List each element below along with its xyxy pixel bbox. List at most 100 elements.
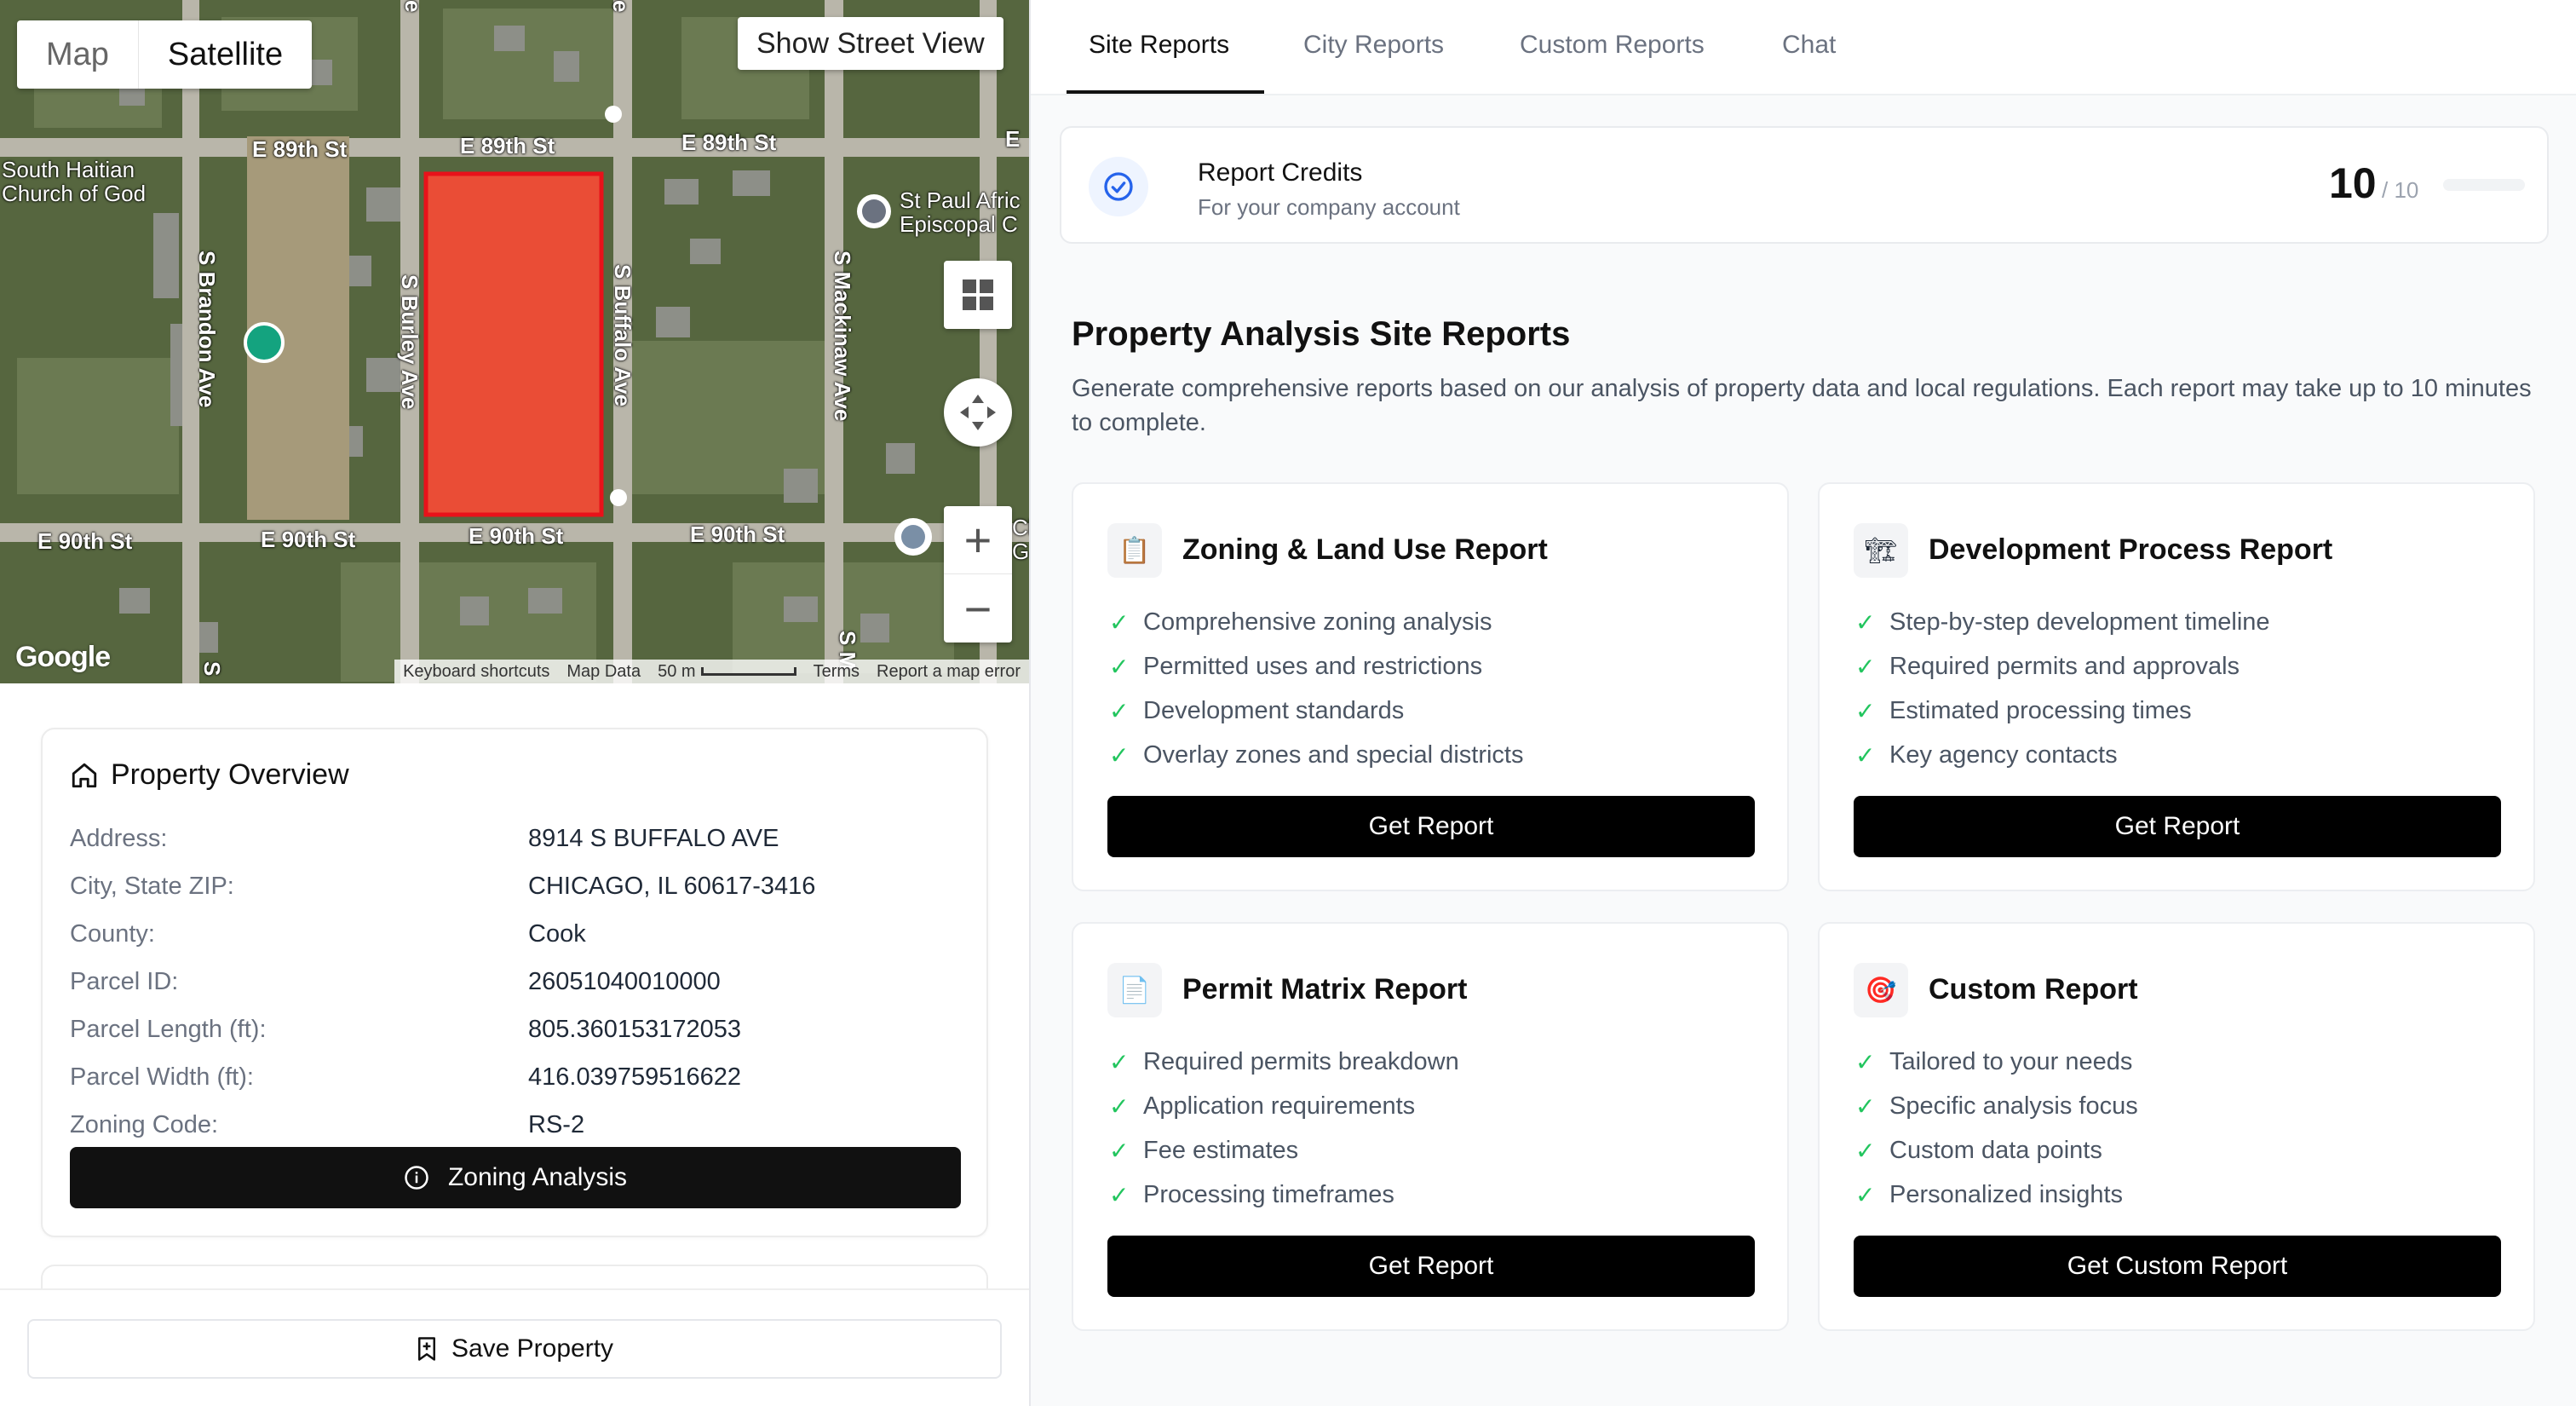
check-icon: ✓ xyxy=(1855,653,1876,680)
scale-bar xyxy=(700,667,796,677)
map-data-link[interactable]: Map Data xyxy=(558,662,649,682)
zoning-analysis-button[interactable]: Zoning Analysis xyxy=(70,1147,961,1208)
tab-site-reports[interactable]: Site Reports xyxy=(1089,31,1229,60)
save-bar: Save Property xyxy=(0,1288,1029,1406)
report-feature-list: ✓ Comprehensive zoning analysis ✓ Permitte… xyxy=(1109,600,1523,777)
list-item: ✓ Required permits and approvals xyxy=(1855,644,2270,689)
property-details: Address: 8914 S BUFFALO AVE City, State Z… xyxy=(70,815,964,1149)
street-label: E xyxy=(1005,126,1021,152)
property-overview-title: Property Overview xyxy=(111,758,349,791)
scale-label: 50 m xyxy=(658,661,696,681)
check-icon: ✓ xyxy=(1855,1181,1876,1208)
get-report-button[interactable]: Get Report xyxy=(1107,1236,1755,1297)
check-icon: ✓ xyxy=(1109,653,1130,680)
list-item: ✓ Specific analysis focus xyxy=(1855,1084,2138,1128)
street-label: E 90th St xyxy=(37,528,133,554)
check-icon: ✓ xyxy=(1855,608,1876,636)
poi-label: South Haitian xyxy=(2,157,135,182)
get-custom-report-button[interactable]: Get Custom Report xyxy=(1854,1236,2501,1297)
check-icon: ✓ xyxy=(1109,741,1130,769)
poi-label: Church of God xyxy=(2,181,147,206)
detail-value: CHICAGO, IL 60617-3416 xyxy=(528,872,816,900)
detail-label: Parcel ID: xyxy=(70,967,179,995)
street-label: E 90th St xyxy=(469,523,564,549)
detail-value: 416.039759516622 xyxy=(528,1063,741,1091)
zoom-out-button[interactable]: − xyxy=(944,574,1012,642)
left-panel: E 89th St E 89th St E 89th St E E 90th S… xyxy=(0,0,1029,1406)
street-label: E 89th St xyxy=(460,133,555,158)
feature-text: Development standards xyxy=(1143,696,1405,724)
check-icon: ✓ xyxy=(1109,1181,1130,1208)
map-type-control: Map Satellite xyxy=(17,20,313,89)
check-icon: ✓ xyxy=(1109,697,1130,724)
report-map-error-link[interactable]: Report a map error xyxy=(868,662,1029,682)
scale-indicator: 50 m xyxy=(649,662,804,682)
feature-text: Permitted uses and restrictions xyxy=(1143,652,1483,680)
street-label: S xyxy=(199,661,225,677)
document-icon: 📄 xyxy=(1107,963,1162,1017)
report-feature-list: ✓ Required permits breakdown ✓ Application… xyxy=(1109,1040,1459,1217)
map-type-map-button[interactable]: Map xyxy=(17,20,139,89)
check-icon: ✓ xyxy=(1855,1092,1876,1120)
keyboard-shortcuts-link[interactable]: Keyboard shortcuts xyxy=(394,662,558,682)
list-item: ✓ Step-by-step development timeline xyxy=(1855,600,2270,644)
feature-text: Application requirements xyxy=(1143,1092,1416,1120)
tab-city-reports[interactable]: City Reports xyxy=(1303,31,1444,60)
feature-text: Fee estimates xyxy=(1143,1136,1299,1164)
feature-text: Specific analysis focus xyxy=(1889,1092,2138,1120)
feature-text: Key agency contacts xyxy=(1889,740,2118,769)
section-title: Property Analysis Site Reports xyxy=(1072,315,1571,353)
check-icon: ✓ xyxy=(1855,697,1876,724)
report-title: Custom Report xyxy=(1929,973,2138,1006)
feature-text: Comprehensive zoning analysis xyxy=(1143,608,1492,636)
street-label: S Buffalo Ave xyxy=(610,264,635,407)
credits-count: 10 xyxy=(2329,159,2377,207)
terms-link[interactable]: Terms xyxy=(805,662,868,682)
home-icon xyxy=(72,763,97,787)
right-panel: Site Reports City Reports Custom Reports… xyxy=(1031,0,2576,1406)
detail-row-parcel-length: Parcel Length (ft): 805.360153172053 xyxy=(70,1006,964,1053)
street-label: E 89th St xyxy=(681,130,777,155)
camera-control-button[interactable] xyxy=(944,378,1012,447)
detail-row-parcel-id: Parcel ID: 26051040010000 xyxy=(70,958,964,1006)
map-imagery xyxy=(0,0,1029,683)
street-view-button[interactable]: Show Street View xyxy=(738,17,1003,70)
street-label: E 89th St xyxy=(252,136,348,162)
street-label: S Brandon Ave xyxy=(194,251,220,408)
list-item: ✓ Comprehensive zoning analysis xyxy=(1109,600,1523,644)
report-card-zoning: 📋 Zoning & Land Use Report ✓ Comprehensiv… xyxy=(1072,482,1789,891)
layers-button[interactable] xyxy=(944,261,1012,329)
property-overview-card: Property Overview Address: 8914 S BUFFALO… xyxy=(41,728,988,1237)
check-icon: ✓ xyxy=(1855,741,1876,769)
pan-arrows-icon xyxy=(960,395,996,430)
report-title: Development Process Report xyxy=(1929,533,2333,566)
feature-text: Personalized insights xyxy=(1889,1180,2124,1208)
credit-icon-wrap xyxy=(1089,157,1148,216)
feature-text: Estimated processing times xyxy=(1889,696,2192,724)
save-property-button[interactable]: Save Property xyxy=(27,1319,1002,1379)
get-report-button[interactable]: Get Report xyxy=(1854,796,2501,857)
list-item: ✓ Key agency contacts xyxy=(1855,733,2270,777)
report-card-custom: 🎯 Custom Report ✓ Tailored to your needs … xyxy=(1818,922,2535,1331)
check-icon: ✓ xyxy=(1109,1048,1130,1075)
detail-value: RS-2 xyxy=(528,1110,585,1138)
tab-custom-reports[interactable]: Custom Reports xyxy=(1520,31,1705,60)
detail-label: Parcel Length (ft): xyxy=(70,1015,267,1043)
report-card-permit-matrix: 📄 Permit Matrix Report ✓ Required permits… xyxy=(1072,922,1789,1331)
map-type-satellite-button[interactable]: Satellite xyxy=(139,20,312,89)
street-label: E 90th St xyxy=(261,527,356,552)
poi-label: Episcopal C xyxy=(900,211,1018,237)
section-description: Generate comprehensive reports based on … xyxy=(1072,375,2532,436)
street-label: e xyxy=(608,0,634,13)
zoom-in-button[interactable]: + xyxy=(944,506,1012,574)
tab-chat[interactable]: Chat xyxy=(1782,31,1836,60)
credits-progress-bar xyxy=(2443,179,2525,191)
list-item: ✓ Tailored to your needs xyxy=(1855,1040,2138,1084)
detail-value: 26051040010000 xyxy=(528,967,721,995)
satellite-map[interactable]: E 89th St E 89th St E 89th St E E 90th S… xyxy=(0,0,1029,683)
report-card-development: 🏗 Development Process Report ✓ Step-by-st… xyxy=(1818,482,2535,891)
get-report-button[interactable]: Get Report xyxy=(1107,796,1755,857)
detail-value: 8914 S BUFFALO AVE xyxy=(528,824,779,852)
list-item: ✓ Fee estimates xyxy=(1109,1128,1459,1173)
list-item: ✓ Processing timeframes xyxy=(1109,1173,1459,1217)
